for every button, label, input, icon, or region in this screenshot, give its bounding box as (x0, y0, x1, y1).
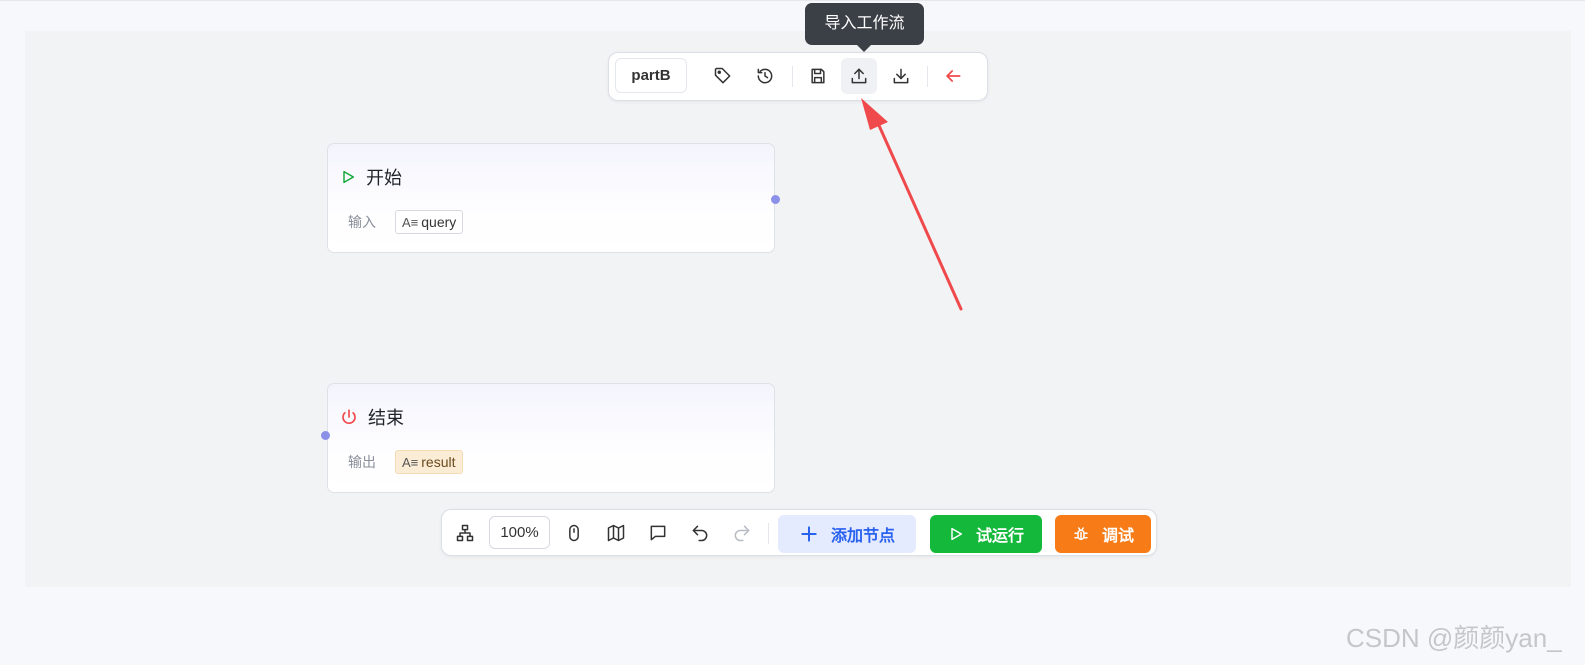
annotation-arrow (861, 98, 963, 311)
watermark: CSDN @颜颜yan_ (1346, 623, 1562, 653)
